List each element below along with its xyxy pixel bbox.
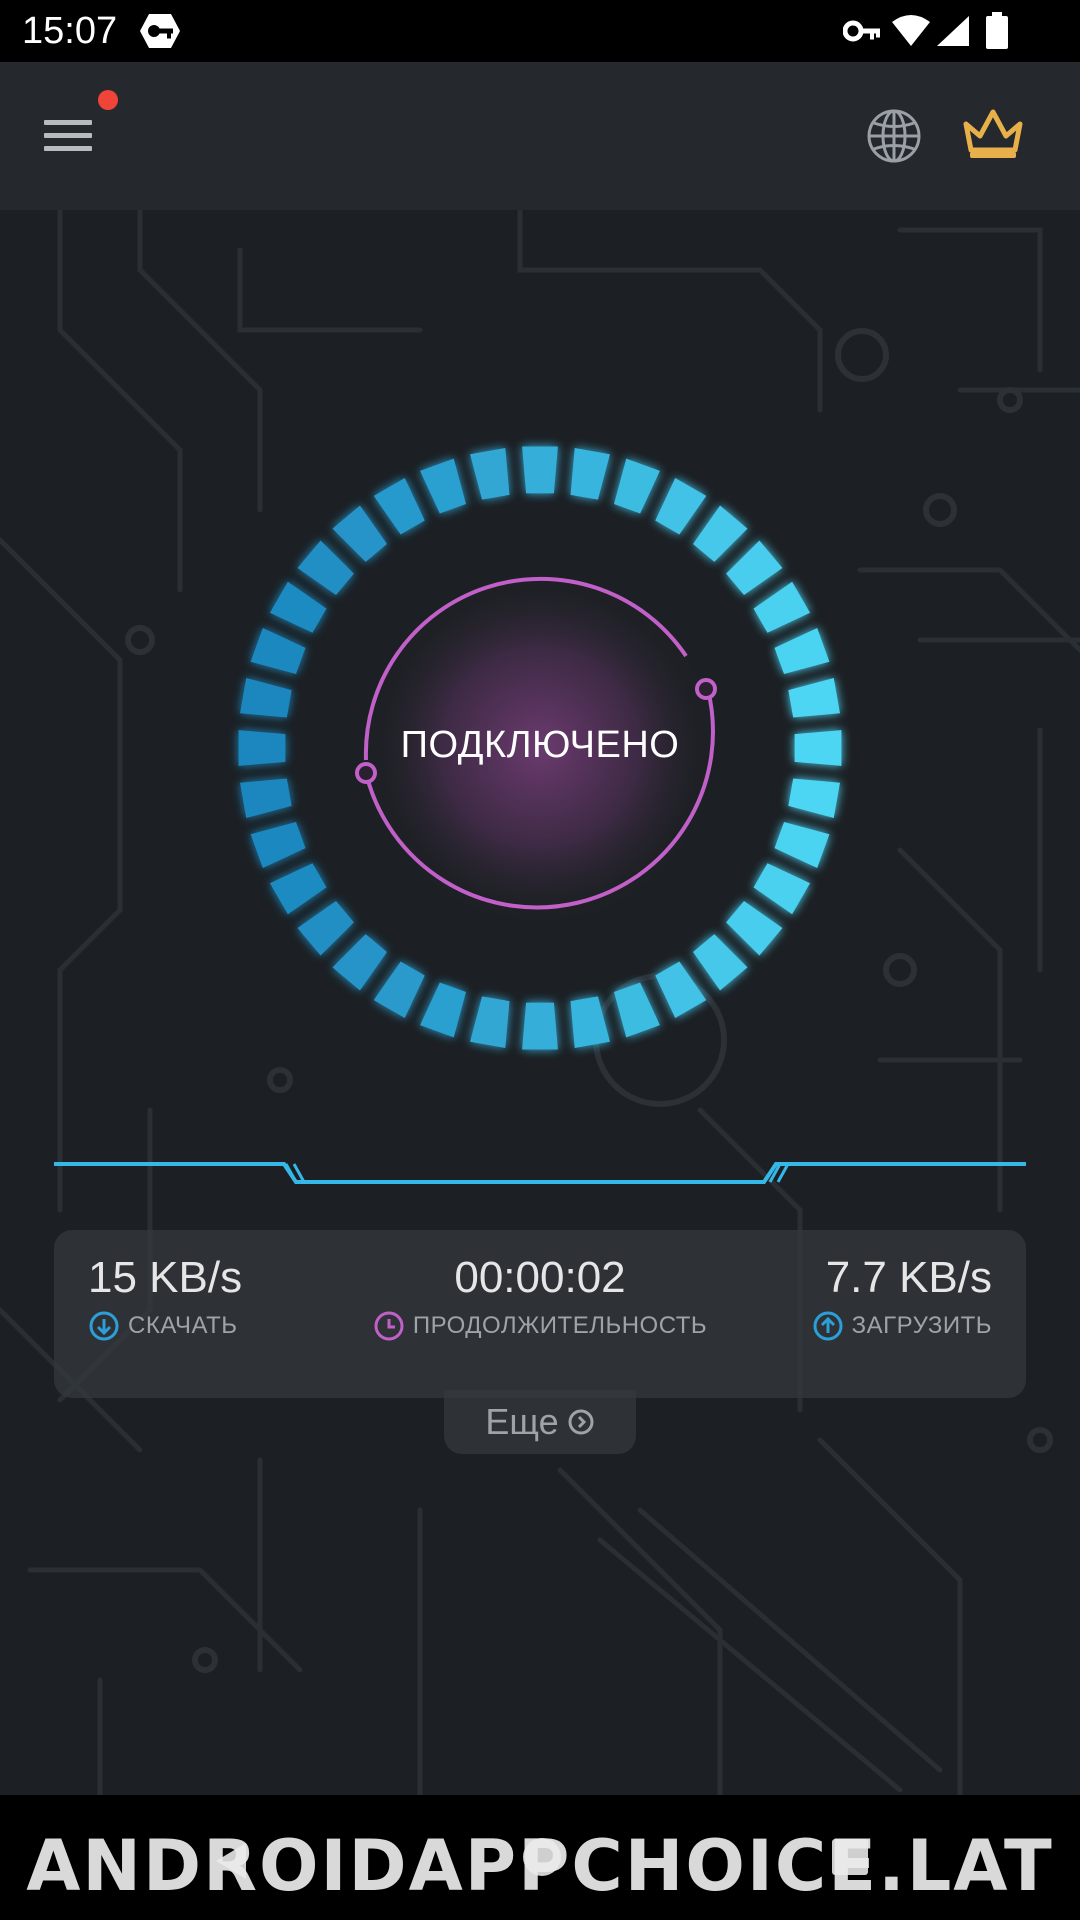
stats-panel: 15 KB/s СКАЧАТЬ 00:00:02 ПРОДОЛЖИТЕЛЬНОС… <box>54 1230 1026 1398</box>
status-time: 15:07 <box>22 10 118 52</box>
menu-icon <box>44 120 92 151</box>
globe-icon <box>867 109 921 163</box>
status-bar: 15:07 <box>0 0 1080 62</box>
wifi-icon <box>891 14 931 53</box>
upload-label: ЗАГРУЗИТЬ <box>851 1312 992 1339</box>
duration-stat: 00:00:02 ПРОДОЛЖИТЕЛЬНОСТЬ <box>364 1250 716 1342</box>
menu-button[interactable] <box>30 102 106 172</box>
connection-status-label: ПОДКЛЮЧЕНО <box>400 724 680 766</box>
upload-speed: 7.7 KB/s <box>825 1253 992 1302</box>
key-icon <box>842 16 881 51</box>
globe-button[interactable] <box>864 106 924 166</box>
vpn-icon <box>138 12 182 55</box>
screen: 15:07 ПОДКЛЮЧЕНО 15 KB/s СКАЧАТЬ 00:00:0… <box>0 0 1080 1920</box>
download-label: СКАЧАТЬ <box>128 1312 238 1339</box>
crown-button[interactable] <box>960 106 1030 166</box>
upload-stat: 7.7 KB/s ЗАГРУЗИТЬ <box>812 1250 992 1342</box>
battery-icon <box>985 12 1009 55</box>
clock-icon <box>374 1311 404 1341</box>
signal-icon <box>935 14 971 53</box>
duration-value: 00:00:02 <box>454 1253 626 1302</box>
circuit-background <box>0 210 1080 1795</box>
upload-arrow-icon <box>813 1311 843 1341</box>
more-label: Еще <box>485 1401 559 1442</box>
chevron-right-circle-icon <box>568 1409 594 1435</box>
notification-dot <box>98 90 118 110</box>
download-stat: 15 KB/s СКАЧАТЬ <box>88 1250 242 1342</box>
app-bar <box>0 62 1080 210</box>
crown-icon <box>963 109 1023 158</box>
download-speed: 15 KB/s <box>88 1253 243 1302</box>
duration-label: ПРОДОЛЖИТЕЛЬНОСТЬ <box>412 1312 708 1339</box>
download-arrow-icon <box>89 1311 119 1341</box>
watermark: ANDROIDAPPCHOICE.LAT <box>26 1825 1054 1907</box>
divider-line <box>54 1162 1026 1184</box>
more-button[interactable]: Еще <box>444 1390 636 1454</box>
